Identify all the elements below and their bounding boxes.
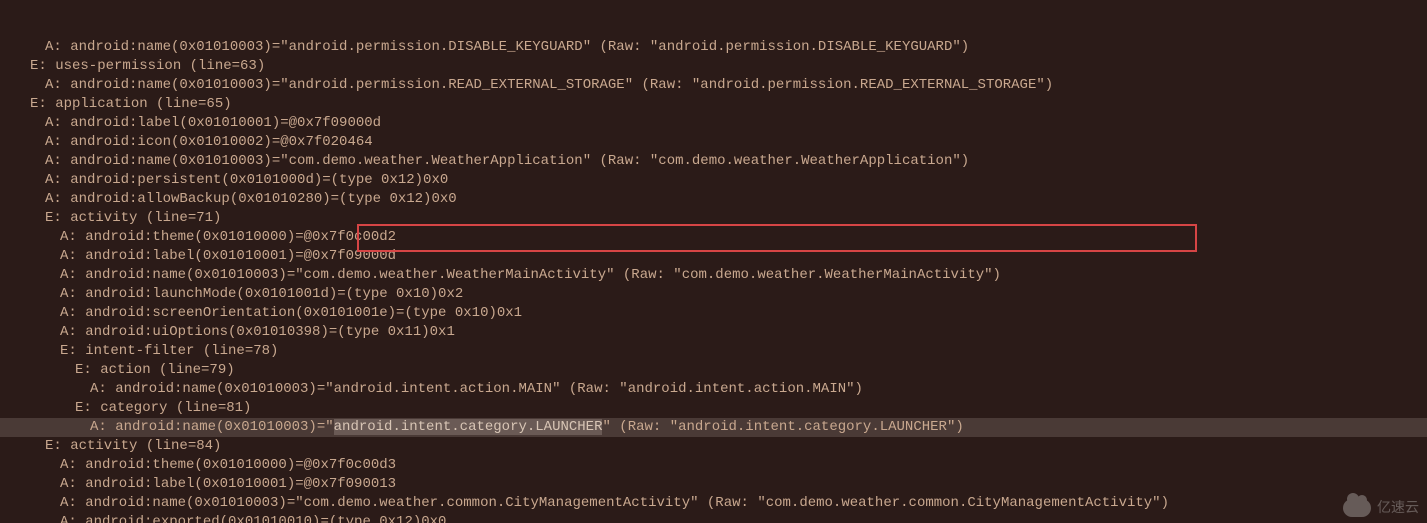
terminal-output[interactable]: A: android:name(0x01010003)="android.per… bbox=[0, 0, 1427, 523]
output-line: E: category (line=81) bbox=[0, 399, 1427, 418]
output-line: A: android:icon(0x01010002)=@0x7f020464 bbox=[0, 133, 1427, 152]
cloud-icon bbox=[1343, 499, 1371, 517]
text-segment: " (Raw: "android.intent.category.LAUNCHE… bbox=[602, 419, 963, 435]
output-line: A: android:label(0x01010001)=@0x7f09000d bbox=[0, 114, 1427, 133]
output-line: E: activity (line=84) bbox=[0, 437, 1427, 456]
watermark-text: 亿速云 bbox=[1377, 498, 1419, 517]
output-line: A: android:name(0x01010003)="com.demo.we… bbox=[0, 494, 1427, 513]
output-line: A: android:theme(0x01010000)=@0x7f0c00d3 bbox=[0, 456, 1427, 475]
output-line: E: application (line=65) bbox=[0, 95, 1427, 114]
manifest-dump: A: android:name(0x01010003)="android.per… bbox=[0, 38, 1427, 523]
output-line: A: android:screenOrientation(0x0101001e)… bbox=[0, 304, 1427, 323]
output-line: A: android:name(0x01010003)="android.per… bbox=[0, 38, 1427, 57]
output-line: A: android:launchMode(0x0101001d)=(type … bbox=[0, 285, 1427, 304]
output-line: A: android:name(0x01010003)="com.demo.we… bbox=[0, 152, 1427, 171]
output-line: A: android:persistent(0x0101000d)=(type … bbox=[0, 171, 1427, 190]
output-line: E: intent-filter (line=78) bbox=[0, 342, 1427, 361]
watermark: 亿速云 bbox=[1343, 498, 1419, 517]
output-line: E: activity (line=71) bbox=[0, 209, 1427, 228]
output-line: E: uses-permission (line=63) bbox=[0, 57, 1427, 76]
output-line: A: android:label(0x01010001)=@0x7f09000d bbox=[0, 247, 1427, 266]
output-line: A: android:name(0x01010003)="android.int… bbox=[0, 380, 1427, 399]
output-line: A: android:theme(0x01010000)=@0x7f0c00d2 bbox=[0, 228, 1427, 247]
selected-text[interactable]: android.intent.category.LAUNCHER bbox=[334, 419, 603, 435]
output-line: A: android:name(0x01010003)="android.per… bbox=[0, 76, 1427, 95]
output-line: A: android:exported(0x01010010)=(type 0x… bbox=[0, 513, 1427, 523]
output-line: A: android:uiOptions(0x01010398)=(type 0… bbox=[0, 323, 1427, 342]
output-line: A: android:label(0x01010001)=@0x7f090013 bbox=[0, 475, 1427, 494]
text-segment: A: android:name(0x01010003)=" bbox=[90, 419, 334, 435]
output-line: A: android:name(0x01010003)="android.int… bbox=[0, 418, 1427, 437]
output-line: E: action (line=79) bbox=[0, 361, 1427, 380]
output-line: A: android:allowBackup(0x01010280)=(type… bbox=[0, 190, 1427, 209]
output-line: A: android:name(0x01010003)="com.demo.we… bbox=[0, 266, 1427, 285]
